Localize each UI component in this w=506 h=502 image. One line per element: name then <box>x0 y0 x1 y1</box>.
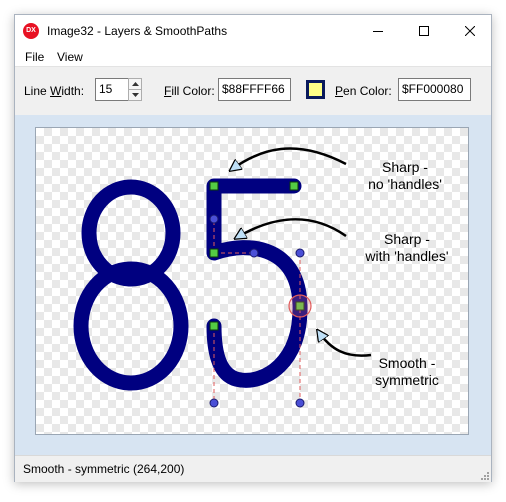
menu-bar: File View <box>15 46 491 67</box>
annotation-1-line2: no 'handles' <box>368 176 442 192</box>
maximize-button[interactable] <box>401 15 447 46</box>
annotation-3-line2: symmetric <box>375 372 439 388</box>
maximize-icon <box>419 25 429 36</box>
window-title: Image32 - Layers & SmoothPaths <box>47 24 228 38</box>
status-text: Smooth - symmetric (264,200) <box>23 462 185 476</box>
drawing-canvas[interactable]: Sharp - no 'handles' Sharp - with 'handl… <box>35 127 469 435</box>
toolbar: Line Width: 15 Fill Color: $88FFFF66 Pen… <box>15 67 491 115</box>
canvas-drawing: Sharp - no 'handles' Sharp - with 'handl… <box>73 147 449 408</box>
title-bar[interactable]: DX Image32 - Layers & SmoothPaths <box>15 15 491 46</box>
line-width-field[interactable]: 15 <box>95 78 129 101</box>
annotation-2-line1: Sharp - <box>384 231 430 247</box>
close-icon <box>465 25 475 36</box>
minimize-icon <box>373 30 383 32</box>
line-width-spinner[interactable] <box>128 78 142 101</box>
status-bar: Smooth - symmetric (264,200) <box>15 455 491 482</box>
fill-color-swatch[interactable] <box>306 80 325 99</box>
selected-vertex-highlight <box>288 294 312 318</box>
pen-color-field[interactable]: $FF000080 <box>398 78 471 101</box>
digit-five-path[interactable] <box>206 178 308 388</box>
spin-down-icon[interactable] <box>129 89 141 100</box>
menu-file[interactable]: File <box>25 50 44 64</box>
spin-up-icon[interactable] <box>129 79 141 89</box>
close-button[interactable] <box>447 15 493 46</box>
annotation-1-line1: Sharp - <box>382 159 428 175</box>
app-icon: DX <box>23 23 39 39</box>
pen-color-label: Pen Color: <box>335 84 392 98</box>
client-area: Sharp - no 'handles' Sharp - with 'handl… <box>15 115 491 455</box>
menu-view[interactable]: View <box>57 50 83 64</box>
resize-grip-icon[interactable] <box>479 470 489 480</box>
annotation-3-line1: Smooth - <box>379 355 436 371</box>
annotation-2-line2: with 'handles' <box>364 248 448 264</box>
digit-eight-glyph[interactable] <box>73 179 189 391</box>
app-window: DX Image32 - Layers & SmoothPaths File V… <box>14 14 492 482</box>
fill-color-field[interactable]: $88FFFF66 <box>218 78 291 101</box>
line-width-label: Line Width: <box>24 84 85 98</box>
fill-color-label: Fill Color: <box>164 84 215 98</box>
minimize-button[interactable] <box>355 15 401 46</box>
